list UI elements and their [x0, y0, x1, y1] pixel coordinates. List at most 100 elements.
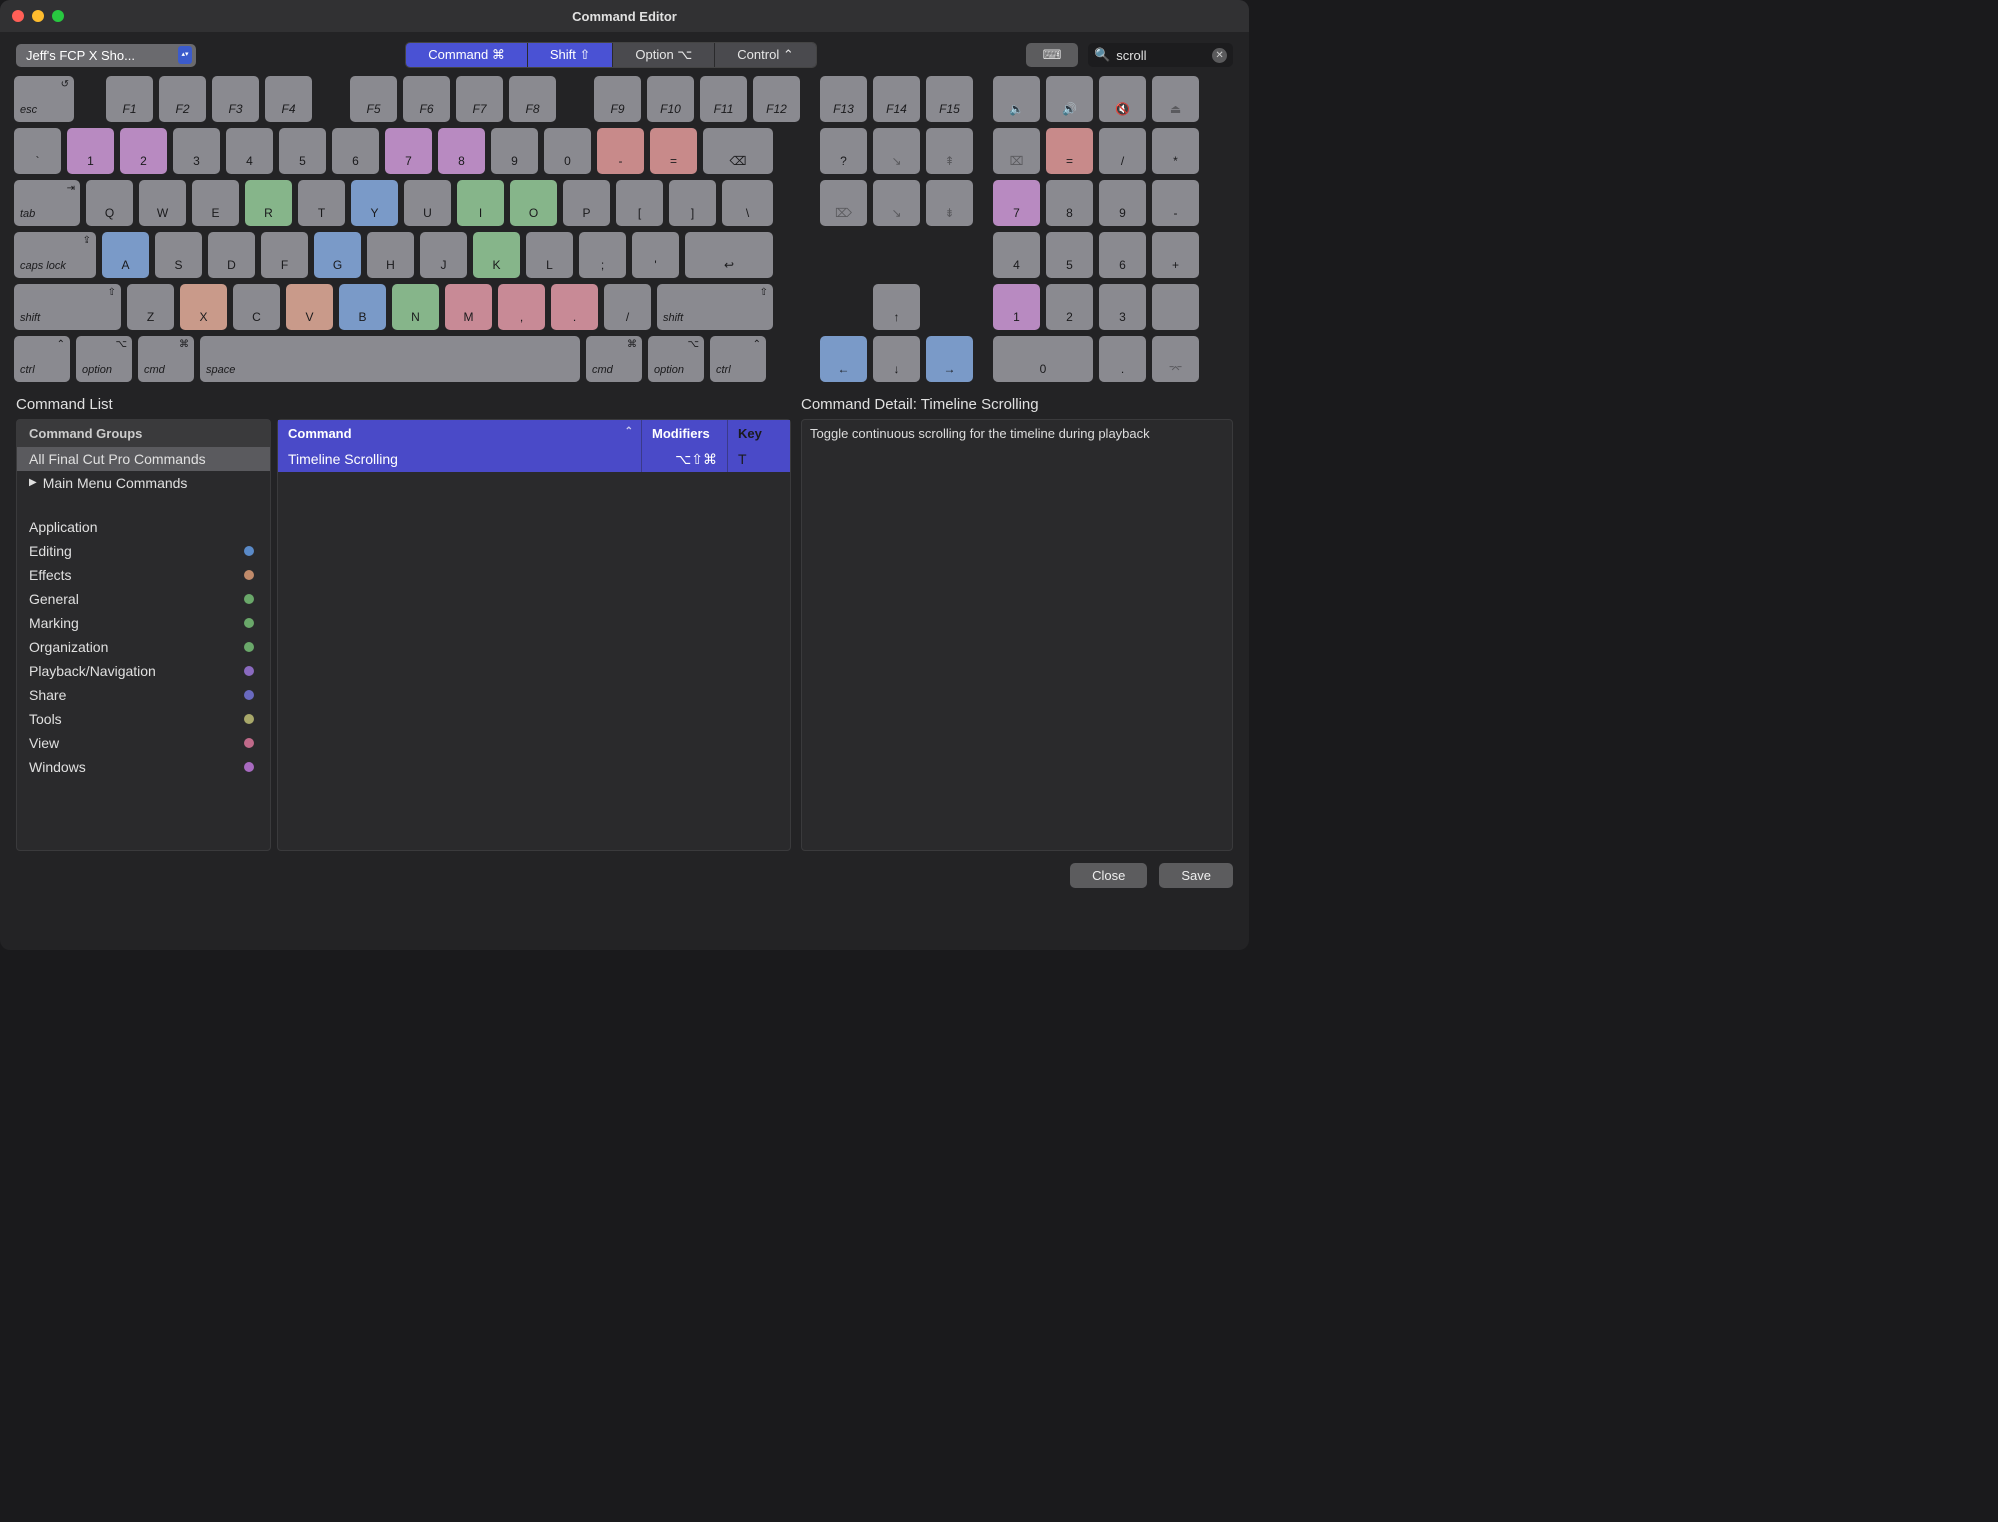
key-6[interactable]: 6	[1099, 232, 1146, 278]
modifier-option[interactable]: Option ⌥	[613, 43, 715, 67]
key-2[interactable]: 2	[120, 128, 167, 174]
key-i[interactable]: I	[457, 180, 504, 226]
key-[interactable]: \	[722, 180, 773, 226]
group-share[interactable]: Share	[17, 683, 270, 707]
col-modifiers[interactable]: Modifiers	[642, 420, 728, 447]
key-w[interactable]: W	[139, 180, 186, 226]
key-u[interactable]: U	[404, 180, 451, 226]
key-[interactable]: ↩	[685, 232, 773, 278]
key-f13[interactable]: F13	[820, 76, 867, 122]
key-[interactable]: 🔊	[1046, 76, 1093, 122]
key-0[interactable]: 0	[993, 336, 1093, 382]
group-general[interactable]: General	[17, 587, 270, 611]
key-m[interactable]: M	[445, 284, 492, 330]
key-f[interactable]: F	[261, 232, 308, 278]
key-n[interactable]: N	[392, 284, 439, 330]
group-effects[interactable]: Effects	[17, 563, 270, 587]
keyboard-toggle-button[interactable]: ⌨	[1026, 43, 1078, 67]
key-8[interactable]: 8	[1046, 180, 1093, 226]
key-0[interactable]: 0	[544, 128, 591, 174]
key-7[interactable]: 7	[993, 180, 1040, 226]
key-f1[interactable]: F1	[106, 76, 153, 122]
key-[interactable]: 🔇	[1099, 76, 1146, 122]
group-editing[interactable]: Editing	[17, 539, 270, 563]
key-1[interactable]: 1	[67, 128, 114, 174]
key-y[interactable]: Y	[351, 180, 398, 226]
key-[interactable]: -	[597, 128, 644, 174]
key-[interactable]: .	[1099, 336, 1146, 382]
key-r[interactable]: R	[245, 180, 292, 226]
key-z[interactable]: Z	[127, 284, 174, 330]
group-organization[interactable]: Organization	[17, 635, 270, 659]
key-f12[interactable]: F12	[753, 76, 800, 122]
key-[interactable]: /	[1099, 128, 1146, 174]
key-f8[interactable]: F8	[509, 76, 556, 122]
key-[interactable]: `	[14, 128, 61, 174]
key-[interactable]: ↘	[873, 128, 920, 174]
key-o[interactable]: O	[510, 180, 557, 226]
key-f9[interactable]: F9	[594, 76, 641, 122]
key-[interactable]: *	[1152, 128, 1199, 174]
key-shift[interactable]: shift⇧	[657, 284, 773, 330]
key-[interactable]: [	[616, 180, 663, 226]
key-tab[interactable]: tab⇥	[14, 180, 80, 226]
group-windows[interactable]: Windows	[17, 755, 270, 779]
group-main-menu-commands[interactable]: ▶Main Menu Commands	[17, 471, 270, 495]
col-command[interactable]: Command	[278, 420, 642, 447]
key-[interactable]: ?	[820, 128, 867, 174]
key-f7[interactable]: F7	[456, 76, 503, 122]
key-k[interactable]: K	[473, 232, 520, 278]
key-e[interactable]: E	[192, 180, 239, 226]
modifier-shift[interactable]: Shift ⇧	[528, 43, 614, 67]
key-9[interactable]: 9	[491, 128, 538, 174]
key-g[interactable]: G	[314, 232, 361, 278]
col-key[interactable]: Key	[728, 420, 790, 447]
key-4[interactable]: 4	[993, 232, 1040, 278]
key-[interactable]: +	[1152, 232, 1199, 278]
preset-dropdown[interactable]: Jeff's FCP X Sho... ▴▾	[16, 44, 196, 67]
key-[interactable]: ↘	[873, 180, 920, 226]
key-a[interactable]: A	[102, 232, 149, 278]
group-playback-navigation[interactable]: Playback/Navigation	[17, 659, 270, 683]
key-t[interactable]: T	[298, 180, 345, 226]
key-9[interactable]: 9	[1099, 180, 1146, 226]
key-[interactable]: ;	[579, 232, 626, 278]
save-button[interactable]: Save	[1159, 863, 1233, 888]
key-capslock[interactable]: caps lock⇪	[14, 232, 96, 278]
key-1[interactable]: 1	[993, 284, 1040, 330]
key-f2[interactable]: F2	[159, 76, 206, 122]
key-[interactable]: ]	[669, 180, 716, 226]
key-f6[interactable]: F6	[403, 76, 450, 122]
key-space[interactable]: space	[200, 336, 580, 382]
key-cmd[interactable]: cmd⌘	[138, 336, 194, 382]
clear-search-icon[interactable]: ✕	[1212, 48, 1227, 63]
group-application[interactable]: Application	[17, 515, 270, 539]
modifier-control[interactable]: Control ⌃	[715, 43, 815, 67]
key-3[interactable]: 3	[173, 128, 220, 174]
key-[interactable]: ↑	[873, 284, 920, 330]
key-[interactable]: -	[1152, 180, 1199, 226]
key-f5[interactable]: F5	[350, 76, 397, 122]
key-[interactable]: ⌦	[820, 180, 867, 226]
key-3[interactable]: 3	[1099, 284, 1146, 330]
group-view[interactable]: View	[17, 731, 270, 755]
key-f14[interactable]: F14	[873, 76, 920, 122]
key-s[interactable]: S	[155, 232, 202, 278]
key-ctrl[interactable]: ctrl⌃	[710, 336, 766, 382]
key-h[interactable]: H	[367, 232, 414, 278]
key-b[interactable]: B	[339, 284, 386, 330]
close-button[interactable]: Close	[1070, 863, 1147, 888]
key-f15[interactable]: F15	[926, 76, 973, 122]
key-q[interactable]: Q	[86, 180, 133, 226]
key-[interactable]: '	[632, 232, 679, 278]
key-f3[interactable]: F3	[212, 76, 259, 122]
key-5[interactable]: 5	[279, 128, 326, 174]
search-input[interactable]	[1116, 48, 1206, 63]
key-[interactable]: ←	[820, 336, 867, 382]
key-[interactable]: ,	[498, 284, 545, 330]
key-[interactable]: ⇟	[926, 180, 973, 226]
modifier-command[interactable]: Command ⌘	[406, 43, 528, 67]
group-marking[interactable]: Marking	[17, 611, 270, 635]
key-blank[interactable]	[1152, 284, 1199, 330]
key-esc[interactable]: esc↺	[14, 76, 74, 122]
